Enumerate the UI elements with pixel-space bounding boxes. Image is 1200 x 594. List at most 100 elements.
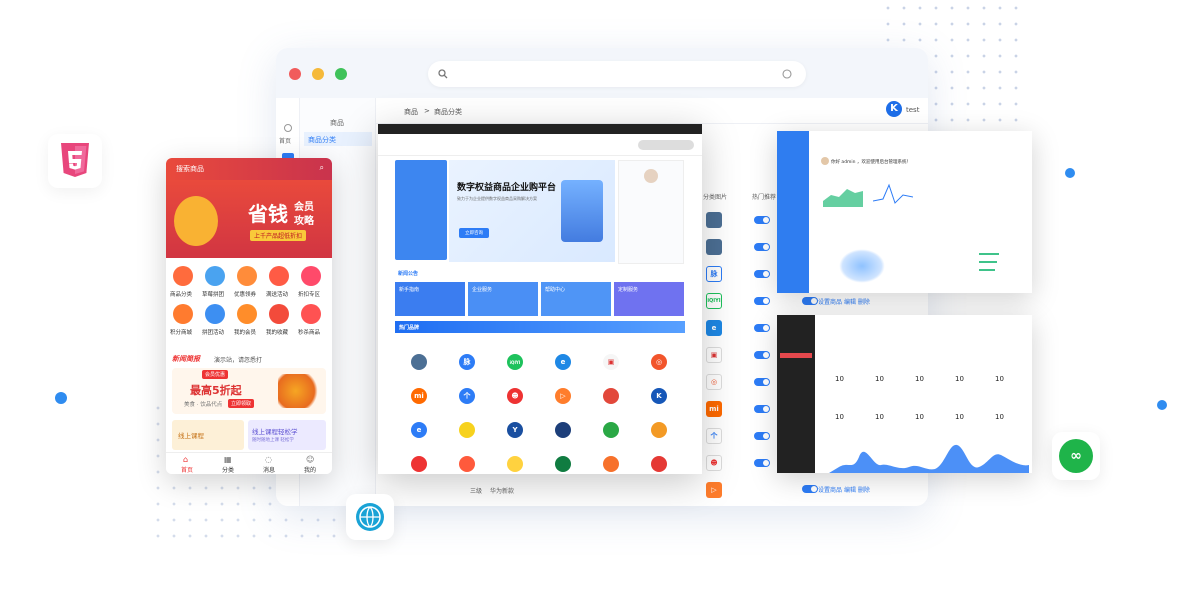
set-goods-link[interactable]: 设置商品 [818, 487, 842, 494]
hot-toggle[interactable] [754, 432, 770, 440]
accent-dot [1065, 168, 1075, 178]
hot-toggle[interactable] [754, 351, 770, 359]
brand-logo[interactable] [411, 456, 427, 472]
reload-icon[interactable] [782, 69, 792, 79]
brand-logo[interactable]: Y [507, 422, 523, 438]
home-icon[interactable] [284, 124, 292, 132]
hot-toggle[interactable] [754, 270, 770, 278]
course-card-1[interactable]: 线上课程 [172, 420, 244, 450]
banner-title: 省钱 [248, 202, 288, 226]
brand-logo[interactable] [555, 422, 571, 438]
hero-desc: 致力于为企业提供数字权益商品采购解决方案 [457, 196, 537, 201]
banner-button[interactable]: 上千产品超低折扣 [250, 230, 307, 241]
nav-search[interactable] [638, 140, 694, 150]
hot-toggle[interactable] [754, 216, 770, 224]
flash-sale-icon[interactable] [301, 304, 321, 324]
favorite-icon[interactable] [269, 304, 289, 324]
banner-mascot [174, 196, 218, 246]
tab-message[interactable]: 消息 [263, 465, 275, 474]
brand-logo[interactable]: ▷ [555, 388, 571, 404]
feature-tile[interactable]: 企业服务 [468, 282, 538, 316]
close-dot[interactable] [289, 68, 301, 80]
delete-link[interactable]: 删除 [858, 487, 870, 494]
hot-toggle[interactable] [802, 297, 818, 305]
hot-toggle[interactable] [802, 485, 818, 493]
address-bar[interactable] [428, 61, 806, 87]
brand-logo[interactable]: 个 [459, 388, 475, 404]
brand-logo[interactable]: ☻ [507, 388, 523, 404]
hot-toggle[interactable] [754, 459, 770, 467]
feature-tile[interactable]: 新手指南 [395, 282, 465, 316]
course-card-2[interactable]: 线上课程轻松学 随时随地上课 轻松学 [248, 420, 326, 450]
tab-category[interactable]: 分类 [222, 465, 234, 474]
menu-item-active[interactable]: 商品分类 [304, 132, 372, 146]
category-icon[interactable] [173, 266, 193, 286]
progress-bar [979, 253, 999, 255]
delete-link[interactable]: 删除 [858, 299, 870, 306]
user-avatar[interactable]: K [886, 101, 902, 117]
brand-logo[interactable] [459, 456, 475, 472]
feature-tile[interactable]: 定制服务 [614, 282, 684, 316]
coupon-icon[interactable] [237, 266, 257, 286]
hero-button[interactable]: 立即咨询 [459, 228, 489, 238]
breadcrumb-1[interactable]: 商品 [404, 107, 418, 117]
brand-logo[interactable] [507, 456, 523, 472]
hot-toggle[interactable] [754, 405, 770, 413]
edit-link[interactable]: 编辑 [844, 299, 856, 306]
team-icon[interactable] [205, 304, 225, 324]
hot-toggle[interactable] [754, 297, 770, 305]
brand-logo[interactable] [603, 422, 619, 438]
news-text[interactable]: 演示站，请忽悉打 [214, 355, 262, 364]
phone-banner[interactable]: 省钱 会员 攻略 上千产品超低折扣 [166, 180, 332, 258]
hot-toggle[interactable] [754, 378, 770, 386]
breadcrumb-2[interactable]: 商品分类 [434, 107, 462, 117]
maximize-dot[interactable] [335, 68, 347, 80]
brand-logo[interactable] [651, 422, 667, 438]
brand-logo[interactable]: iQIYI [507, 354, 523, 370]
table-row-name: 华为新款 [490, 488, 515, 495]
area-chart [823, 189, 863, 207]
brand-logo[interactable]: e [555, 354, 571, 370]
set-goods-link[interactable]: 设置商品 [818, 299, 842, 306]
points-icon[interactable] [173, 304, 193, 324]
hot-toggle[interactable] [754, 324, 770, 332]
sidebar-active-item[interactable] [780, 353, 812, 358]
tab-home[interactable]: 首页 [181, 465, 193, 474]
brand-logo[interactable] [603, 456, 619, 472]
brand-icon: ☻ [706, 455, 722, 471]
user-icon: ☺ [306, 455, 315, 464]
hero-banner[interactable]: 数字权益商品企业购平台 致力于为企业提供数字权益商品采购解决方案 立即咨询 [449, 160, 615, 262]
brand-logo[interactable]: 脉 [459, 354, 475, 370]
user-card [618, 160, 684, 264]
brand-logo[interactable]: K [651, 388, 667, 404]
brand-icon: ◎ [706, 374, 722, 390]
brand-logo[interactable] [459, 422, 475, 438]
edit-link[interactable]: 编辑 [844, 487, 856, 494]
brand-logo[interactable] [555, 456, 571, 472]
brand-logo[interactable]: mi [411, 388, 427, 404]
brand-logo[interactable] [411, 354, 427, 370]
sidebar-home-label[interactable]: 首页 [279, 136, 291, 145]
user-name[interactable]: test [906, 106, 919, 114]
tab-mine[interactable]: 我的 [304, 465, 316, 474]
discount-icon[interactable] [301, 266, 321, 286]
feature-tile[interactable]: 帮助中心 [541, 282, 611, 316]
group-buy-icon[interactable] [205, 266, 225, 286]
gift-icon[interactable] [269, 266, 289, 286]
brand-icon: ▷ [706, 482, 722, 498]
member-icon[interactable] [237, 304, 257, 324]
browser-title-bar [276, 48, 928, 98]
search-icon[interactable]: ⌕ [320, 163, 324, 173]
brand-logo[interactable] [603, 388, 619, 404]
minimize-dot[interactable] [312, 68, 324, 80]
promo-button[interactable]: 立即领取 [228, 399, 255, 408]
phone-header: 搜索商品 ⌕ [166, 158, 332, 180]
brand-logo[interactable]: e [411, 422, 427, 438]
brand-logo[interactable]: ▣ [603, 354, 619, 370]
phone-search-label[interactable]: 搜索商品 [176, 165, 204, 173]
brand-logo[interactable] [651, 456, 667, 472]
stats-grid: 10 10 10 10 10 10 10 10 10 10 [825, 367, 1025, 427]
hot-toggle[interactable] [754, 243, 770, 251]
brand-logo[interactable]: ◎ [651, 354, 667, 370]
promo-card[interactable]: 会员优惠 最高5折起 美食 · 饮品代点 立即领取 [172, 368, 326, 414]
